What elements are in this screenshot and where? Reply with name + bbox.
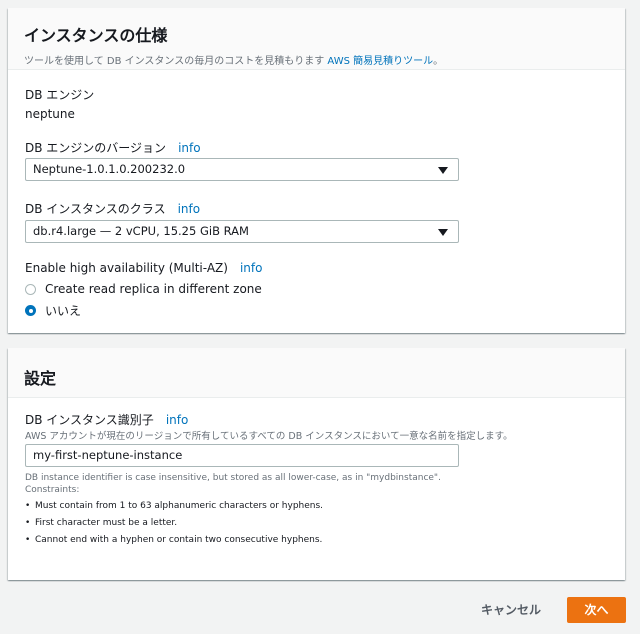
identifier-hint: DB instance identifier is case insensiti…	[25, 473, 441, 483]
multi-az-option-no[interactable]: いいえ	[25, 302, 81, 319]
dropdown-arrow-icon	[438, 229, 448, 236]
constraints-list: Must contain from 1 to 63 alphanumeric c…	[25, 498, 323, 549]
instance-class-info-link[interactable]: info	[178, 202, 201, 216]
dropdown-arrow-icon	[438, 167, 448, 174]
constraints-title: Constraints:	[25, 485, 80, 495]
settings-panel: 設定 DB インスタンス識別子 info AWS アカウントが現在のリージョンで所…	[8, 348, 625, 580]
instance-identifier-label: DB インスタンス識別子 info	[25, 413, 189, 427]
settings-header: 設定	[8, 348, 625, 398]
instance-identifier-description: AWS アカウントが現在のリージョンで所有しているすべての DB インスタンスに…	[25, 431, 513, 442]
engine-version-select[interactable]: Neptune-1.0.1.0.200232.0	[25, 158, 459, 181]
instance-class-select[interactable]: db.r4.large — 2 vCPU, 15.25 GiB RAM	[25, 220, 459, 243]
cancel-button[interactable]: キャンセル	[470, 597, 552, 623]
multi-az-info-link[interactable]: info	[240, 261, 263, 275]
instance-identifier-info-link[interactable]: info	[166, 413, 189, 427]
next-button[interactable]: 次へ	[567, 597, 626, 623]
instance-identifier-input[interactable]: my-first-neptune-instance	[25, 444, 459, 467]
engine-version-info-link[interactable]: info	[178, 141, 201, 155]
db-engine-label: DB エンジン	[25, 88, 95, 102]
instance-spec-title: インスタンスの仕様	[24, 26, 168, 45]
cost-calculator-link[interactable]: AWS 簡易見積りツール	[327, 56, 433, 67]
list-item: Must contain from 1 to 63 alphanumeric c…	[25, 498, 323, 515]
instance-class-label: DB インスタンスのクラス info	[25, 202, 201, 216]
multi-az-label: Enable high availability (Multi-AZ) info	[25, 261, 263, 275]
radio-checked-icon[interactable]	[25, 305, 36, 316]
instance-spec-panel: インスタンスの仕様 ツールを使用して DB インスタンスの毎月のコストを見積もり…	[8, 8, 625, 333]
instance-spec-header: インスタンスの仕様 ツールを使用して DB インスタンスの毎月のコストを見積もり…	[8, 8, 625, 70]
radio-unchecked-icon[interactable]	[25, 283, 36, 295]
multi-az-option-replica[interactable]: Create read replica in different zone	[25, 282, 262, 296]
settings-title: 設定	[24, 369, 57, 388]
list-item: First character must be a letter.	[25, 515, 323, 532]
db-engine-value: neptune	[25, 107, 75, 121]
list-item: Cannot end with a hyphen or contain two …	[25, 532, 323, 549]
engine-version-label: DB エンジンのバージョン info	[25, 141, 201, 155]
instance-spec-description: ツールを使用して DB インスタンスの毎月のコストを見積もります AWS 簡易見…	[24, 56, 444, 67]
